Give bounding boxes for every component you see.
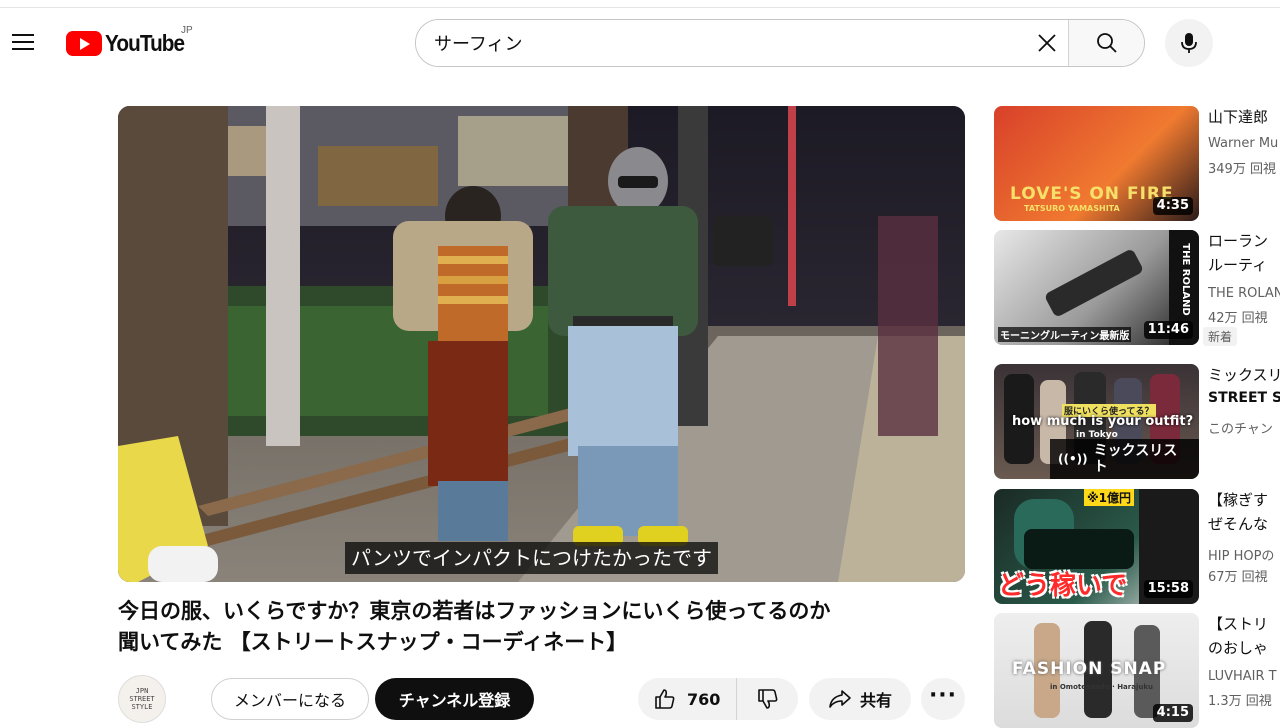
reco-meta: 67万 回視 (1208, 570, 1268, 585)
video-title-line2: 聞いてみた 【ストリートスナップ・コーディネート】 (118, 630, 628, 654)
search-box (415, 19, 1145, 67)
dislike-button[interactable] (737, 678, 798, 720)
search-icon (1096, 33, 1117, 53)
reco-channel[interactable]: LUVHAIR T (1208, 669, 1280, 684)
reco-duration: 11:46 (1143, 321, 1193, 339)
recommendation-item[interactable]: FASHION SNAP in Omotesando · Harajuku 4:… (994, 613, 1280, 728)
reco-thumbnail[interactable]: THE ROLAND モーニングルーティン最新版 11:46 (994, 230, 1199, 345)
share-label: 共有 (859, 691, 892, 710)
recommendation-item[interactable]: ※1億円 どう稼いで 15:58 【稼ぎす ぜそんな HIP HOPの 67万 … (994, 489, 1280, 604)
reco-thumb-subtext: TATSURO YAMASHITA (1024, 204, 1120, 213)
video-title-line1: 今日の服、いくらですか？東京の若者はファッションにいくら使ってるのか (118, 599, 831, 623)
reco-thumbnail[interactable]: 服にいくら使ってる？ how much is your outfit? in T… (994, 364, 1199, 479)
reco-title[interactable]: 【稼ぎす (1208, 489, 1280, 511)
region-code: JP (181, 25, 193, 36)
reco-thumb-text: どう稼いで (998, 571, 1128, 601)
like-button[interactable]: 760 (638, 678, 738, 720)
channel-avatar[interactable]: JPN STREET STYLE (118, 675, 166, 723)
channel-avatar-line3: STYLE (131, 703, 153, 711)
share-button[interactable]: 共有 (809, 678, 911, 720)
thumbs-up-icon (655, 689, 675, 709)
thumbs-down-icon (757, 689, 778, 709)
reco-thumb-side-text: THE ROLAND (1179, 243, 1191, 316)
radio-icon: ((•)) (1058, 452, 1088, 466)
reco-title[interactable]: 【ストリ (1208, 613, 1280, 635)
more-icon[interactable]: ··· (921, 678, 965, 720)
reco-channel[interactable]: HIP HOPの (1208, 545, 1280, 564)
reco-title-line2[interactable]: ぜそんな (1208, 513, 1280, 535)
reco-thumb-text: FASHION SNAP (1012, 659, 1167, 679)
reco-duration: 4:15 (1152, 704, 1193, 722)
search-input[interactable] (416, 20, 1026, 66)
reco-duration: 15:58 (1143, 580, 1193, 598)
reco-title[interactable]: 山下達郎 (1208, 106, 1280, 128)
mic-icon (1181, 33, 1197, 53)
reco-channel[interactable]: THE ROLAN (1208, 286, 1280, 301)
reco-thumb-text: モーニングルーティン最新版 (998, 327, 1132, 342)
reco-duration: ((•)) ミックスリスト (1050, 439, 1199, 479)
logo-text: YouTube (105, 29, 185, 56)
channel-avatar-line2: STREET (129, 695, 155, 703)
reco-meta: 42万 回視 (1208, 311, 1268, 326)
reco-thumbnail[interactable]: FASHION SNAP in Omotesando · Harajuku 4:… (994, 613, 1199, 728)
reco-title[interactable]: ミックスリ (1208, 364, 1280, 386)
youtube-play-icon (66, 30, 102, 56)
like-dislike-group: 760 (638, 678, 798, 720)
recommendation-item[interactable]: LOVE'S ON FIRE TATSURO YAMASHITA 4:35 山下… (994, 106, 1280, 221)
reco-channel[interactable]: Warner Mu (1208, 136, 1280, 151)
reco-thumbnail[interactable]: LOVE'S ON FIRE TATSURO YAMASHITA 4:35 (994, 106, 1199, 221)
youtube-logo[interactable]: YouTube (66, 28, 193, 58)
channel-avatar-line1: JPN (135, 687, 149, 695)
masthead: YouTube JP (0, 9, 1280, 75)
menu-icon[interactable] (6, 25, 40, 59)
video-player[interactable]: パンツでインパクトにつけたかったです (118, 106, 965, 582)
reco-title[interactable]: ローラン (1208, 230, 1280, 252)
video-subtitle: パンツでインパクトにつけたかったです (345, 542, 718, 574)
reco-meta: 1.3万 回視 (1208, 694, 1272, 709)
reco-meta: このチャン (1208, 422, 1273, 437)
video-title: 今日の服、いくらですか？東京の若者はファッションにいくら使ってるのか 聞いてみた… (118, 596, 968, 658)
clear-icon[interactable] (1026, 20, 1068, 66)
reco-duration-label: ミックスリスト (1093, 443, 1178, 475)
new-badge: 新着 (1203, 327, 1238, 346)
share-icon (829, 690, 851, 708)
reco-thumb-text: how much is your outfit? (1012, 414, 1194, 429)
reco-thumb-text: LOVE'S ON FIRE (1010, 184, 1174, 204)
reco-thumbnail[interactable]: ※1億円 どう稼いで 15:58 (994, 489, 1199, 604)
recommendation-item[interactable]: THE ROLAND モーニングルーティン最新版 11:46 ローラン ルーティ… (994, 230, 1280, 346)
video-frame (118, 106, 965, 582)
reco-duration: 4:35 (1152, 197, 1193, 215)
reco-thumb-subtext: in Omotesando · Harajuku (1050, 683, 1153, 691)
reco-title-line2[interactable]: のおしゃ (1208, 637, 1280, 659)
reco-thumb-top-text: ※1億円 (1084, 489, 1135, 506)
recommendation-item[interactable]: 服にいくら使ってる？ how much is your outfit? in T… (994, 364, 1280, 479)
mic-button[interactable] (1165, 19, 1213, 67)
search-button[interactable] (1068, 20, 1144, 66)
reco-meta: 349万 回視 (1208, 162, 1276, 177)
like-count: 760 (687, 689, 721, 709)
join-membership-button[interactable]: メンバーになる (211, 678, 369, 720)
top-border (0, 0, 1280, 8)
reco-channel[interactable]: STREET S (1208, 390, 1280, 406)
reco-title-line2[interactable]: ルーティ (1208, 254, 1280, 276)
subscribe-button[interactable]: チャンネル登録 (375, 678, 534, 720)
